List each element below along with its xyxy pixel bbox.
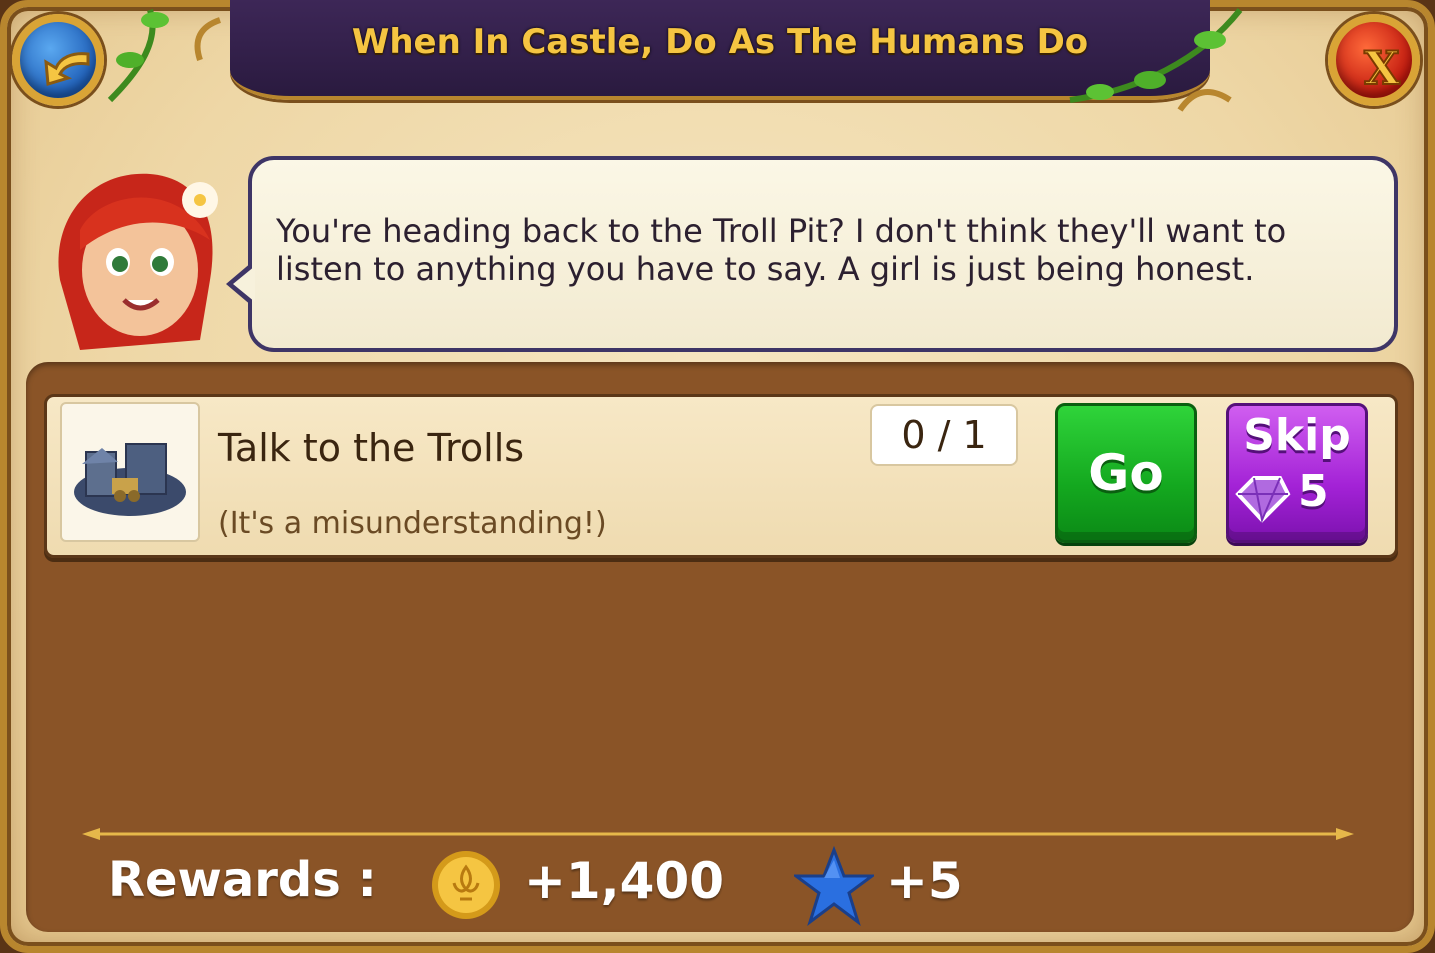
vine-decoration-right [1069, 8, 1243, 112]
red-haired-girl-portrait-icon [58, 173, 218, 350]
rewards-divider [82, 828, 1354, 840]
back-arrow-icon [44, 52, 90, 86]
purple-gem-icon [1235, 476, 1291, 524]
task-progress: 0 / 1 [870, 404, 1018, 466]
blue-star-icon [794, 846, 874, 926]
skip-cost: 5 [1298, 466, 1329, 517]
speaker-message-line2: listen to anything you have to say. A gi… [276, 250, 1255, 288]
skip-button-label: Skip [1243, 410, 1351, 461]
task-subtitle: (It's a misunderstanding!) [218, 506, 607, 541]
back-button[interactable] [12, 14, 104, 106]
task-title: Talk to the Trolls [218, 426, 525, 470]
reward-coins-value: +1,400 [524, 852, 725, 910]
reward-stars-value: +5 [886, 852, 963, 910]
speaker-message-line1: You're heading back to the Troll Pit? I … [276, 212, 1287, 250]
task-thumbnail [60, 402, 200, 542]
svg-text:X: X [1364, 41, 1400, 95]
close-button[interactable]: X [1328, 14, 1420, 106]
close-icon: X [1363, 40, 1401, 96]
rewards-label: Rewards : [108, 852, 377, 908]
vine-decoration-left [107, 9, 222, 103]
troll-pit-building-icon [74, 443, 186, 516]
go-button[interactable]: Go [1055, 403, 1197, 543]
speaker-message: You're heading back to the Troll Pit? I … [276, 212, 1376, 288]
gold-coin-icon [432, 851, 500, 919]
